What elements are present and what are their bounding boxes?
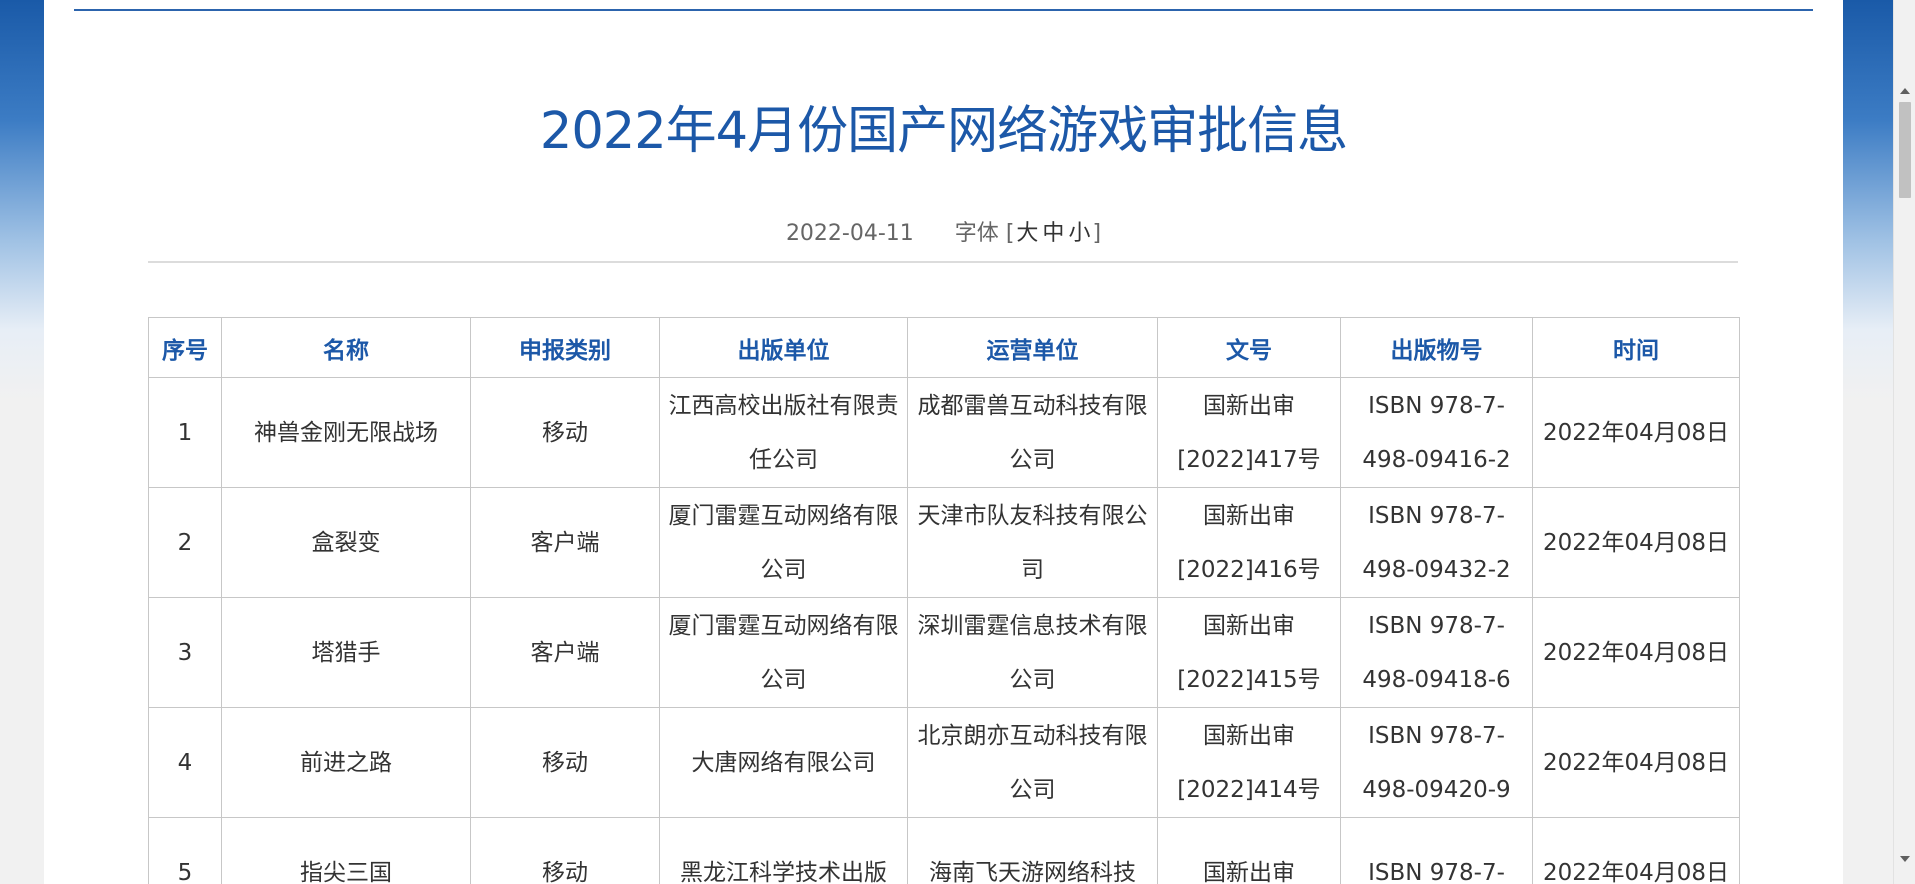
font-size-bracket-close: ] [1092, 221, 1102, 246]
cell-isbn: ISBN 978-7-498-09432-2 [1340, 487, 1533, 598]
table-header-row: 序号 名称 申报类别 出版单位 运营单位 文号 出版物号 时间 [148, 317, 1740, 378]
cell-isbn: ISBN 978-7- [1340, 817, 1533, 884]
cell-approval-number: 国新出审[2022]415号 [1157, 597, 1341, 708]
cell-operator: 海南飞天游网络科技 [907, 817, 1158, 884]
browser-viewport: 2022年4月份国产网络游戏审批信息 2022-04-11 字体 [大中小] 序… [0, 0, 1915, 884]
cell-approval-number: 国新出审[2022]416号 [1157, 487, 1341, 598]
column-header-date: 时间 [1532, 317, 1740, 378]
cell-category: 移动 [470, 707, 660, 818]
cell-publisher: 大唐网络有限公司 [659, 707, 908, 818]
cell-isbn: ISBN 978-7-498-09418-6 [1340, 597, 1533, 708]
meta-divider [148, 261, 1738, 263]
cell-date: 2022年04月08日 [1532, 597, 1740, 708]
column-header-category: 申报类别 [470, 317, 660, 378]
column-header-publisher: 出版单位 [659, 317, 908, 378]
cell-approval-number: 国新出审[2022]414号 [1157, 707, 1341, 818]
cell-name: 前进之路 [221, 707, 471, 818]
table-row: 5 指尖三国 移动 黑龙江科学技术出版 海南飞天游网络科技 国新出审 ISBN … [148, 817, 1740, 884]
cell-index: 3 [148, 597, 222, 708]
font-size-label: 字体 [954, 221, 999, 246]
cell-date: 2022年04月08日 [1532, 707, 1740, 818]
approval-table: 序号 名称 申报类别 出版单位 运营单位 文号 出版物号 时间 1 神兽金刚无限… [148, 317, 1740, 884]
scrollbar-thumb[interactable] [1899, 102, 1911, 198]
article-content: 2022年4月份国产网络游戏审批信息 2022-04-11 字体 [大中小] 序… [44, 0, 1843, 884]
cell-name: 神兽金刚无限战场 [221, 377, 471, 488]
cell-date: 2022年04月08日 [1532, 817, 1740, 884]
table-row: 1 神兽金刚无限战场 移动 江西高校出版社有限责任公司 成都雷兽互动科技有限公司… [148, 377, 1740, 488]
cell-category: 移动 [470, 817, 660, 884]
article-title: 2022年4月份国产网络游戏审批信息 [539, 102, 1348, 161]
page-background-right [1843, 0, 1893, 884]
scroll-down-arrow-icon[interactable] [1900, 856, 1910, 862]
cell-operator: 北京朗亦互动科技有限公司 [907, 707, 1158, 818]
table-row: 3 塔猎手 客户端 厦门雷霆互动网络有限公司 深圳雷霆信息技术有限公司 国新出审… [148, 597, 1740, 708]
cell-date: 2022年04月08日 [1532, 377, 1740, 488]
cell-operator: 天津市队友科技有限公司 [907, 487, 1158, 598]
cell-publisher: 厦门雷霆互动网络有限公司 [659, 487, 908, 598]
top-divider [74, 9, 1813, 11]
cell-category: 客户端 [470, 487, 660, 598]
cell-name: 指尖三国 [221, 817, 471, 884]
cell-operator: 深圳雷霆信息技术有限公司 [907, 597, 1158, 708]
vertical-scrollbar[interactable] [1893, 0, 1915, 884]
cell-isbn: ISBN 978-7-498-09420-9 [1340, 707, 1533, 818]
column-header-isbn: 出版物号 [1340, 317, 1533, 378]
publish-date: 2022-04-11 [785, 221, 914, 246]
table-row: 4 前进之路 移动 大唐网络有限公司 北京朗亦互动科技有限公司 国新出审[202… [148, 707, 1740, 818]
cell-publisher: 江西高校出版社有限责任公司 [659, 377, 908, 488]
column-header-name: 名称 [221, 317, 471, 378]
font-size-medium-button[interactable]: 中 [1042, 221, 1064, 246]
cell-index: 1 [148, 377, 222, 488]
cell-index: 5 [148, 817, 222, 884]
table-row: 2 盒裂变 客户端 厦门雷霆互动网络有限公司 天津市队友科技有限公司 国新出审[… [148, 487, 1740, 598]
column-header-operator: 运营单位 [907, 317, 1158, 378]
cell-category: 客户端 [470, 597, 660, 708]
cell-name: 塔猎手 [221, 597, 471, 708]
column-header-index: 序号 [148, 317, 222, 378]
cell-approval-number: 国新出审 [1157, 817, 1341, 884]
font-size-bracket-open: [ [1005, 221, 1015, 246]
font-size-large-button[interactable]: 大 [1016, 221, 1038, 246]
cell-publisher: 厦门雷霆互动网络有限公司 [659, 597, 908, 708]
cell-approval-number: 国新出审[2022]417号 [1157, 377, 1341, 488]
cell-index: 4 [148, 707, 222, 818]
page-background-left [0, 0, 44, 884]
scroll-up-arrow-icon[interactable] [1900, 88, 1910, 94]
cell-publisher: 黑龙江科学技术出版 [659, 817, 908, 884]
article-meta: 2022-04-11 字体 [大中小] [44, 218, 1843, 250]
cell-date: 2022年04月08日 [1532, 487, 1740, 598]
cell-operator: 成都雷兽互动科技有限公司 [907, 377, 1158, 488]
column-header-approval-number: 文号 [1157, 317, 1341, 378]
cell-index: 2 [148, 487, 222, 598]
cell-category: 移动 [470, 377, 660, 488]
cell-isbn: ISBN 978-7-498-09416-2 [1340, 377, 1533, 488]
cell-name: 盒裂变 [221, 487, 471, 598]
font-size-small-button[interactable]: 小 [1068, 221, 1090, 246]
